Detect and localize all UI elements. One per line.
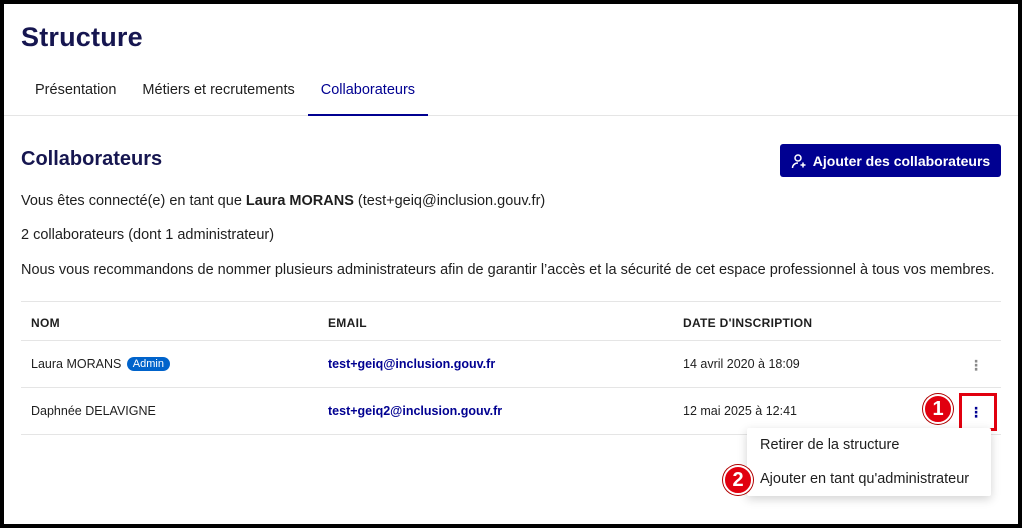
page-header: Structure Présentation Métiers et recrut…	[4, 4, 1018, 116]
collaborator-email[interactable]: test+geiq2@inclusion.gouv.fr	[328, 404, 502, 418]
header-name: NOM	[31, 316, 60, 330]
collaborator-date: 14 avril 2020 à 18:09	[683, 357, 800, 371]
annotation-highlight-box	[959, 393, 997, 431]
section-title: Collaborateurs	[21, 148, 163, 170]
tab-presentation[interactable]: Présentation	[22, 72, 129, 116]
table-header: NOM EMAIL DATE D'INSCRIPTION	[21, 301, 1001, 341]
collaborators-table: NOM EMAIL DATE D'INSCRIPTION Laura MORAN…	[21, 301, 1001, 435]
tab-bar: Présentation Métiers et recrutements Col…	[4, 72, 429, 116]
header-date: DATE D'INSCRIPTION	[683, 316, 813, 330]
tab-metiers-recrutements[interactable]: Métiers et recrutements	[129, 72, 307, 116]
collaborator-email[interactable]: test+geiq@inclusion.gouv.fr	[328, 357, 495, 371]
connected-user-name: Laura MORANS	[245, 193, 354, 209]
connected-user-text: Vous êtes connecté(e) en tant que Laura …	[21, 193, 545, 209]
annotation-step-1: 1	[923, 394, 953, 424]
user-add-icon	[791, 153, 806, 168]
kebab-menu-icon: ⋮	[969, 357, 983, 373]
row-actions-button[interactable]: ⋮	[965, 354, 987, 376]
row-actions-menu: Retirer de la structure Ajouter en tant …	[747, 428, 991, 496]
header-email: EMAIL	[328, 316, 367, 330]
admin-recommendation: Nous vous recommandons de nommer plusieu…	[21, 262, 995, 278]
admin-badge: Admin	[126, 357, 170, 371]
row-name-cell: Laura MORANS Admin	[31, 357, 170, 371]
tab-collaborateurs[interactable]: Collaborateurs	[307, 72, 429, 116]
add-collaborators-label: Ajouter des collaborateurs	[812, 152, 991, 169]
menu-item-remove[interactable]: Retirer de la structure	[747, 428, 991, 462]
annotation-step-2: 2	[723, 465, 753, 495]
add-collaborators-button[interactable]: Ajouter des collaborateurs	[780, 144, 1001, 177]
collaborator-date: 12 mai 2025 à 12:41	[683, 404, 797, 418]
table-row: Laura MORANS Admin test+geiq@inclusion.g…	[21, 341, 1001, 388]
app-frame: Structure Présentation Métiers et recrut…	[4, 4, 1018, 524]
collaborators-count: 2 collaborateurs (dont 1 administrateur)	[21, 227, 275, 243]
connected-prefix: Vous êtes connecté(e) en tant que	[21, 193, 246, 209]
collaborator-name: Daphnée DELAVIGNE	[31, 404, 156, 418]
collaborator-name: Laura MORANS	[31, 357, 122, 371]
connected-user-email: (test+geiq@inclusion.gouv.fr)	[353, 193, 546, 209]
page-title: Structure	[21, 22, 143, 52]
menu-item-make-admin[interactable]: Ajouter en tant qu'administrateur	[747, 462, 991, 496]
